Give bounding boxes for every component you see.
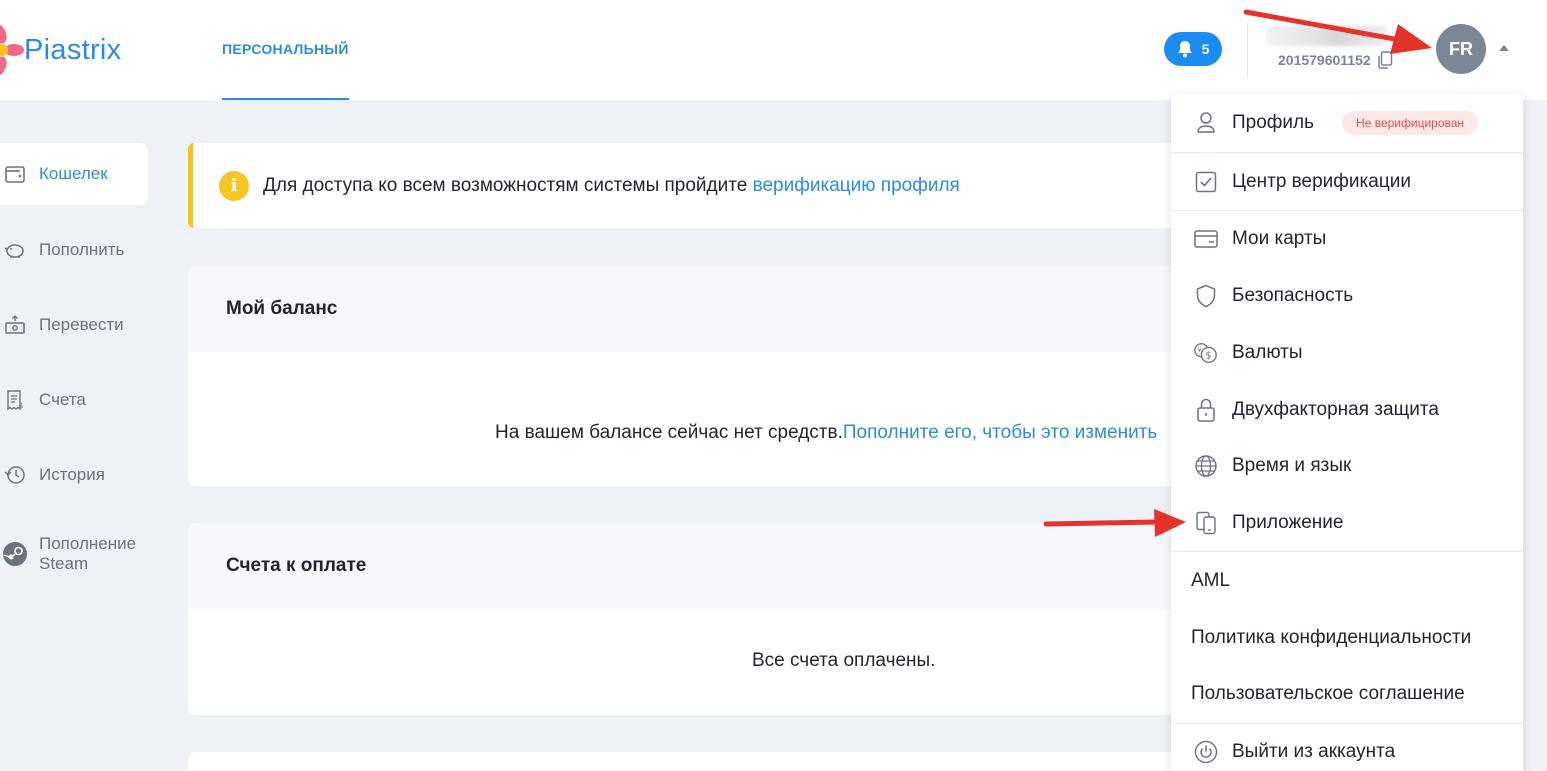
sidebar-item-deposit[interactable]: Пополнить: [0, 235, 148, 265]
invoice-icon: $: [2, 387, 28, 413]
logo[interactable]: Piastrix: [0, 22, 121, 78]
sidebar-item-history[interactable]: История: [0, 460, 148, 490]
avatar[interactable]: FR: [1436, 24, 1486, 74]
menu-item-label: Безопасность: [1232, 284, 1354, 306]
menu-item-security[interactable]: Безопасность: [1171, 267, 1523, 324]
steam-icon: [2, 541, 28, 567]
balance-card-title: Мой баланс: [188, 266, 1178, 352]
menu-item-label: Пользовательское соглашение: [1191, 683, 1465, 704]
power-icon: [1193, 739, 1219, 765]
shield-icon: [1193, 283, 1219, 309]
invoices-status-text: Все счета оплачены.: [752, 650, 936, 671]
menu-item-profile[interactable]: Профиль Не верифицирован: [1171, 94, 1523, 152]
card-icon: [1193, 226, 1219, 252]
notifications-button[interactable]: 5: [1164, 32, 1222, 66]
invoices-card-body: Все счета оплачены.: [188, 609, 1178, 715]
sidebar-item-label-line2: Steam: [39, 554, 89, 573]
svg-text:$: $: [1206, 350, 1212, 361]
money-transfer-icon: [2, 312, 28, 338]
currency-exchange-icon: $ ¥: [1193, 340, 1219, 366]
menu-item-logout[interactable]: Выйти из аккаунта: [1171, 724, 1523, 771]
sidebar-item-label: Пополнить: [39, 240, 125, 259]
invoices-card: Счета к оплате Все счета оплачены.: [188, 523, 1178, 715]
next-card: [188, 752, 1178, 771]
checkbox-icon: [1193, 169, 1219, 195]
menu-item-aml[interactable]: AML: [1171, 552, 1523, 609]
balance-card: Мой баланс На вашем балансе сейчас нет с…: [188, 266, 1178, 486]
sidebar-item-label: Перевести: [39, 315, 124, 334]
sidebar-item-label: Пополнение Steam: [39, 534, 136, 574]
user-dropdown-menu: Профиль Не верифицирован Центр верификац…: [1171, 94, 1523, 771]
menu-item-label: Время и язык: [1232, 455, 1352, 476]
sidebar-item-invoices[interactable]: $ Счета: [0, 385, 148, 415]
annotation-arrow-avatar: [1243, 9, 1432, 54]
sidebar-item-label-line1: Пополнение: [39, 534, 137, 553]
alert-text: Для доступа ко всем возможностям системы…: [263, 175, 960, 197]
piggy-bank-icon: [2, 237, 28, 263]
notifications-count: 5: [1201, 41, 1210, 57]
sidebar-item-label: История: [39, 465, 105, 484]
verification-alert: i Для доступа ко всем возможностям систе…: [188, 143, 1178, 228]
history-icon: [2, 462, 28, 488]
deposit-link[interactable]: Пополните его, чтобы это изменить: [843, 422, 1157, 444]
menu-item-label: AML: [1191, 569, 1231, 591]
menu-item-label: Мои карты: [1232, 228, 1327, 249]
mobile-app-icon: [1193, 510, 1219, 536]
menu-item-user-agreement[interactable]: Пользовательское соглашение: [1171, 666, 1523, 722]
menu-item-time-language[interactable]: Время и язык: [1171, 438, 1523, 494]
menu-item-label: Центр верификации: [1232, 170, 1411, 192]
tab-personal[interactable]: ПЕРСОНАЛЬНЫЙ: [222, 0, 349, 100]
chevron-up-icon[interactable]: [1499, 45, 1509, 51]
balance-card-body: На вашем балансе сейчас нет средств. Поп…: [188, 352, 1178, 486]
sidebar-item-label: Счета: [39, 390, 86, 409]
menu-item-label: Двухфакторная защита: [1232, 398, 1439, 420]
annotation-arrow-app: [1043, 509, 1186, 537]
menu-item-label: Выйти из аккаунта: [1232, 741, 1396, 762]
bell-icon: [1177, 41, 1192, 58]
menu-item-label: Профиль: [1232, 112, 1315, 133]
menu-item-two-factor[interactable]: Двухфакторная защита: [1171, 381, 1523, 438]
menu-item-label: Валюты: [1232, 341, 1303, 363]
invoices-card-title: Счета к оплате: [188, 523, 1178, 609]
logo-flower-icon: [0, 24, 24, 76]
user-icon: [1193, 110, 1219, 136]
menu-item-label: Приложение: [1232, 511, 1344, 533]
menu-item-privacy-policy[interactable]: Политика конфиденциальности: [1171, 609, 1523, 666]
menu-item-app[interactable]: Приложение: [1171, 494, 1523, 551]
info-icon: i: [219, 170, 249, 201]
menu-item-verification-center[interactable]: Центр верификации: [1171, 153, 1523, 210]
sidebar-item-label: Кошелек: [39, 164, 108, 183]
unverified-badge: Не верифицирован: [1342, 111, 1479, 135]
verify-profile-link[interactable]: верификацию профиля: [753, 175, 960, 196]
sidebar: Кошелек Пополнить Перевести $ Счета Исто…: [0, 100, 160, 771]
balance-empty-text: На вашем балансе сейчас нет средств.: [495, 422, 843, 443]
sidebar-item-transfer[interactable]: Перевести: [0, 310, 148, 340]
wallet-icon: [2, 161, 28, 187]
menu-item-my-cards[interactable]: Мои карты: [1171, 211, 1523, 267]
menu-item-label: Политика конфиденциальности: [1191, 626, 1472, 648]
lock-icon: [1193, 397, 1219, 423]
sidebar-item-steam-topup[interactable]: Пополнение Steam: [0, 533, 148, 575]
svg-text:$: $: [19, 402, 23, 410]
logo-text: Piastrix: [24, 33, 122, 66]
globe-icon: [1193, 453, 1219, 479]
sidebar-item-wallet[interactable]: Кошелек: [0, 143, 148, 205]
menu-item-currencies[interactable]: $ ¥ Валюты: [1171, 324, 1523, 381]
alert-message: Для доступа ко всем возможностям системы…: [263, 174, 753, 196]
svg-text:¥: ¥: [1198, 346, 1202, 354]
